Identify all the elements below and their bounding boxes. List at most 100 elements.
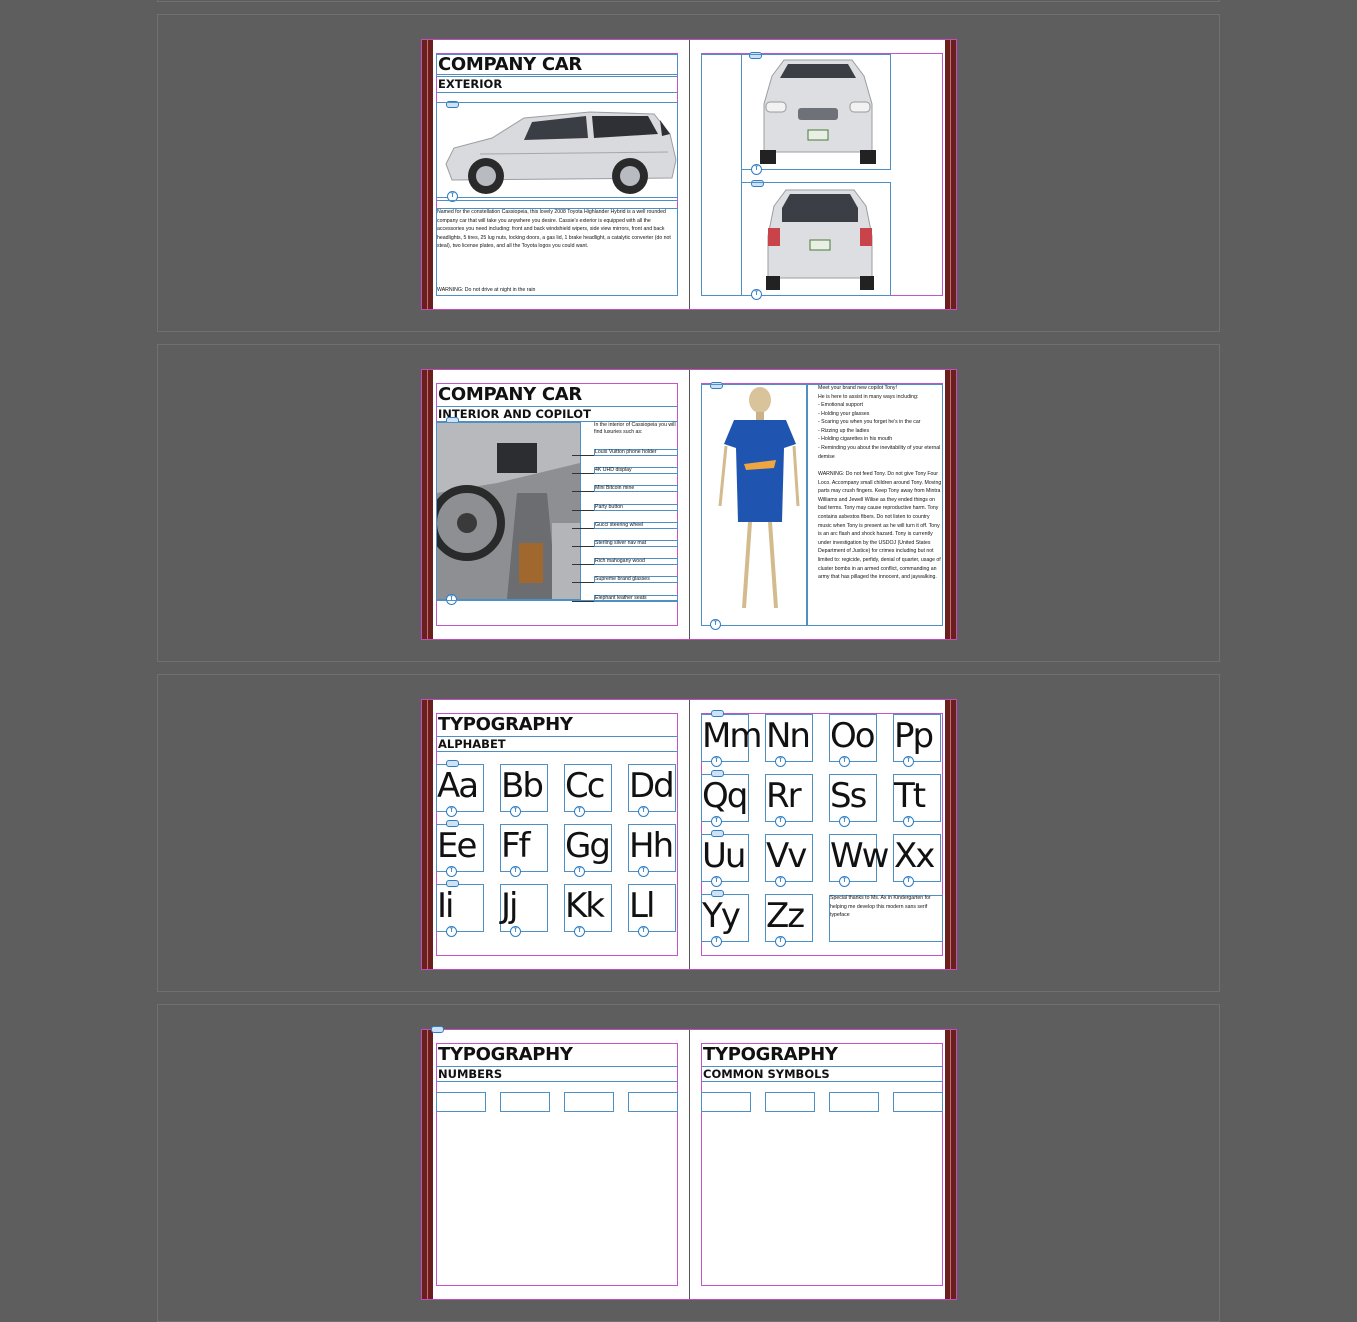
symbol-frame[interactable] xyxy=(829,1092,879,1112)
symbol-frame[interactable] xyxy=(701,1092,751,1112)
bleed-right xyxy=(945,370,956,639)
link-icon[interactable] xyxy=(711,770,724,777)
page-title-right: TYPOGRAPHY xyxy=(703,1044,838,1065)
letter-glyph: Ff xyxy=(501,826,530,866)
bleed-right xyxy=(945,1030,956,1299)
link-icon[interactable] xyxy=(446,760,459,767)
spread-typography-numbers[interactable]: TYPOGRAPHY NUMBERS TYPOGRAPHY COMMON SYM… xyxy=(421,1026,957,1300)
letter-glyph: Ee xyxy=(437,826,477,866)
letter-glyph: Zz xyxy=(766,896,805,936)
link-icon[interactable] xyxy=(446,820,459,827)
text-frame-icon[interactable]: T xyxy=(574,806,585,817)
text-frame-icon[interactable]: T xyxy=(446,806,457,817)
letter-glyph: Bb xyxy=(501,766,544,806)
text-frame-icon[interactable]: T xyxy=(775,936,786,947)
callout-label: Rich mahogany wood xyxy=(595,558,645,565)
symbol-frame[interactable] xyxy=(765,1092,815,1112)
text-frame-icon[interactable]: T xyxy=(751,164,762,175)
text-frame-icon[interactable]: T xyxy=(510,806,521,817)
bleed-left xyxy=(422,40,433,309)
guide-line xyxy=(701,1081,943,1082)
guide-line xyxy=(436,751,678,752)
text-frame-icon[interactable]: T xyxy=(775,876,786,887)
link-icon[interactable] xyxy=(711,890,724,897)
text-frame-icon[interactable]: T xyxy=(638,926,649,937)
numeral-frame[interactable] xyxy=(500,1092,550,1112)
page-title: COMPANY CAR xyxy=(438,384,582,405)
letter-glyph: Ww xyxy=(830,836,889,876)
numeral-frame[interactable] xyxy=(436,1092,486,1112)
text-frame-icon[interactable]: T xyxy=(775,756,786,767)
car-side-image xyxy=(445,111,677,194)
spine-divider xyxy=(689,1030,690,1299)
guide-line xyxy=(436,92,678,93)
text-frame-icon[interactable]: T xyxy=(839,876,850,887)
spread-interior-copilot[interactable]: COMPANY CAR INTERIOR AND COPILOT T In th… xyxy=(421,369,957,640)
text-frame-icon[interactable]: T xyxy=(574,926,585,937)
letter-glyph: Oo xyxy=(830,716,876,756)
bleed-right xyxy=(945,40,956,309)
text-frame-icon[interactable]: T xyxy=(638,866,649,877)
callout-label: Supreme brand glasses xyxy=(595,576,650,583)
interior-image xyxy=(437,423,580,599)
letter-glyph: Gg xyxy=(565,826,611,866)
letter-glyph: Vv xyxy=(766,836,807,876)
page-subtitle-right: COMMON SYMBOLS xyxy=(703,1067,830,1081)
spine-divider xyxy=(689,700,690,969)
text-frame-icon[interactable]: T xyxy=(510,866,521,877)
copilot-warning: WARNING: Do not feed Tony. Do not give T… xyxy=(818,471,942,581)
text-frame-icon[interactable]: T xyxy=(510,926,521,937)
page-subtitle: INTERIOR AND COPILOT xyxy=(438,407,591,421)
spread-company-car-exterior[interactable]: COMPANY CAR EXTERIOR T Named for the con… xyxy=(421,39,957,310)
link-icon[interactable] xyxy=(446,880,459,887)
letter-glyph: Qq xyxy=(702,776,748,816)
text-frame-icon[interactable]: T xyxy=(903,816,914,827)
numeral-frame[interactable] xyxy=(628,1092,678,1112)
letter-glyph: Hh xyxy=(629,826,674,866)
symbol-frame[interactable] xyxy=(893,1092,943,1112)
link-icon[interactable] xyxy=(711,830,724,837)
text-frame-icon[interactable]: T xyxy=(710,619,721,630)
page-title: TYPOGRAPHY xyxy=(438,1044,573,1065)
letter-glyph: Ii xyxy=(437,886,455,926)
text-frame-icon[interactable]: T xyxy=(751,289,762,300)
guide-line xyxy=(436,1081,678,1082)
letter-glyph: Yy xyxy=(702,896,741,936)
text-frame-icon[interactable]: T xyxy=(711,876,722,887)
callout-label: Party button xyxy=(595,503,623,510)
bleed-left xyxy=(422,700,433,969)
text-frame-icon[interactable]: T xyxy=(903,876,914,887)
text-frame-icon[interactable]: T xyxy=(903,756,914,767)
text-frame-icon[interactable]: T xyxy=(839,756,850,767)
text-frame-icon[interactable]: T xyxy=(446,866,457,877)
spine-divider xyxy=(689,370,690,639)
copilot-list-item: - Holding your glasses xyxy=(818,410,870,417)
callout-label: Mini Bitcoin mine xyxy=(595,485,635,492)
text-frame-icon[interactable]: T xyxy=(446,926,457,937)
letter-glyph: Nn xyxy=(766,716,811,756)
letter-glyph: Kk xyxy=(565,886,605,926)
link-icon[interactable] xyxy=(431,1026,444,1033)
text-frame-icon[interactable]: T xyxy=(711,816,722,827)
copilot-list-item: - Reminding you about the inevitability … xyxy=(818,445,941,460)
numeral-frame[interactable] xyxy=(564,1092,614,1112)
bleed-left xyxy=(422,370,433,639)
text-frame-icon[interactable]: T xyxy=(711,936,722,947)
text-frame-icon[interactable]: T xyxy=(839,816,850,827)
warning-text: WARNING: Do not drive at night in the ra… xyxy=(437,287,536,293)
letter-glyph: Dd xyxy=(629,766,675,806)
car-rear-image xyxy=(766,189,874,290)
letter-glyph: Aa xyxy=(437,766,479,806)
text-frame-icon[interactable]: T xyxy=(775,816,786,827)
text-frame-icon[interactable]: T xyxy=(711,756,722,767)
text-frame-icon[interactable]: T xyxy=(638,806,649,817)
page-title: TYPOGRAPHY xyxy=(438,714,573,735)
empty-frame[interactable] xyxy=(701,54,742,296)
callout-label: Louis Vuitton phone holder xyxy=(595,449,657,455)
text-frame-icon[interactable]: T xyxy=(574,866,585,877)
link-icon[interactable] xyxy=(711,710,724,717)
spread-typography-alphabet[interactable]: TYPOGRAPHY ALPHABET Aa T Bb T Cc T Dd T Ee T Ff T Gg… xyxy=(421,699,957,970)
letter-glyph: Pp xyxy=(894,716,934,756)
copilot-list-item: - Holding cigarettes in his mouth xyxy=(818,436,893,443)
spine-divider xyxy=(689,40,690,309)
